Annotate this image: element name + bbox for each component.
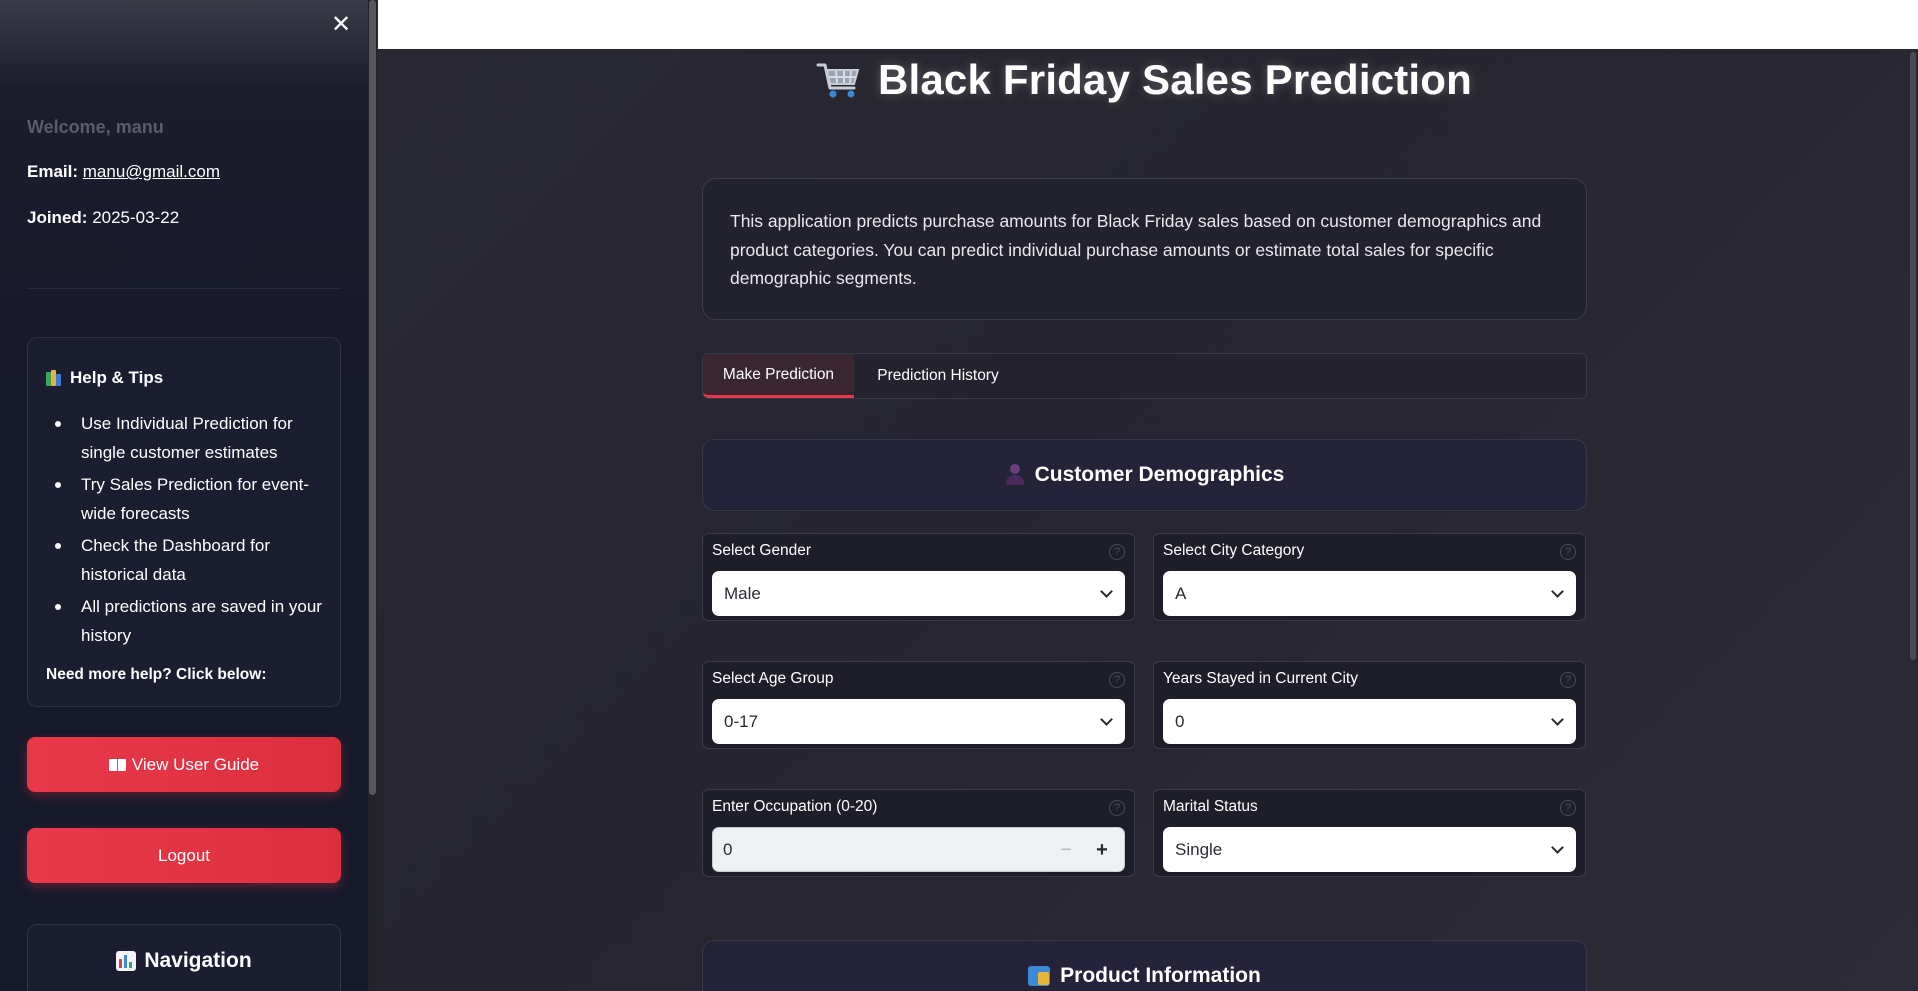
marital-status-label: Marital Status — [1163, 798, 1258, 815]
city-category-select[interactable]: A — [1163, 571, 1576, 616]
view-user-guide-button[interactable]: View User Guide — [27, 737, 341, 792]
help-title: Help & Tips — [46, 368, 163, 388]
email-link[interactable]: manu@gmail.com — [83, 162, 220, 181]
help-card: Help & Tips Use Individual Prediction fo… — [27, 337, 341, 707]
gender-field: Select Gender ? Male — [702, 533, 1135, 621]
sidebar-scrollbar[interactable] — [369, 0, 376, 795]
navigation-title: Navigation — [28, 949, 340, 973]
list-item: All predictions are saved in your histor… — [55, 593, 331, 650]
shopping-cart-icon — [816, 60, 862, 100]
gender-label: Select Gender — [712, 542, 812, 559]
logout-button-label: Logout — [158, 845, 210, 865]
email-label: Email: — [27, 162, 79, 181]
list-item: Use Individual Prediction for single cus… — [55, 410, 331, 467]
occupation-value: 0 — [723, 839, 733, 859]
list-item: Check the Dashboard for historical data — [55, 532, 331, 589]
close-icon[interactable]: ✕ — [330, 12, 352, 38]
help-more-text: Need more help? Click below: — [46, 666, 267, 683]
logout-button[interactable]: Logout — [27, 828, 341, 883]
info-card: This application predicts purchase amoun… — [702, 178, 1587, 320]
increment-button[interactable]: + — [1088, 836, 1116, 864]
age-group-value: 0-17 — [724, 711, 759, 731]
chevron-down-icon — [1100, 585, 1113, 598]
gender-value: Male — [724, 583, 761, 603]
welcome-text: Welcome, manu — [27, 117, 164, 137]
guide-button-label: View User Guide — [131, 754, 260, 774]
marital-status-field: Marital Status ? Single — [1153, 789, 1586, 877]
books-icon — [46, 370, 64, 386]
bar-chart-icon — [116, 951, 137, 971]
marital-status-value: Single — [1175, 839, 1223, 859]
tabs-bar: Make Prediction Prediction History — [702, 353, 1587, 399]
user-email: Email: manu@gmail.com — [27, 162, 220, 182]
customer-demographics-title: Customer Demographics — [1034, 463, 1285, 486]
shopping-bags-icon — [1028, 966, 1051, 986]
page-title-text: Black Friday Sales Prediction — [877, 56, 1473, 103]
product-information-header: Product Information — [702, 940, 1587, 991]
help-icon[interactable]: ? — [1560, 672, 1576, 688]
city-category-value: A — [1175, 583, 1187, 603]
help-title-text: Help & Tips — [70, 368, 164, 387]
tab-make-prediction[interactable]: Make Prediction — [703, 354, 854, 398]
sidebar: ✕ Welcome, manu Email: manu@gmail.com Jo… — [0, 0, 370, 991]
navigation-title-text: Navigation — [144, 949, 252, 972]
help-list: Use Individual Prediction for single cus… — [55, 410, 331, 654]
help-icon[interactable]: ? — [1109, 544, 1125, 560]
tab-prediction-history[interactable]: Prediction History — [863, 354, 1013, 398]
help-icon[interactable]: ? — [1560, 800, 1576, 816]
joined-label: Joined: — [27, 208, 88, 227]
decrement-button[interactable]: − — [1052, 836, 1080, 864]
help-icon[interactable]: ? — [1109, 672, 1125, 688]
user-joined: Joined: 2025-03-22 — [27, 208, 179, 228]
years-in-city-value: 0 — [1175, 711, 1185, 731]
city-category-label: Select City Category — [1163, 542, 1305, 559]
years-in-city-label: Years Stayed in Current City — [1163, 670, 1358, 687]
header-bar — [378, 0, 1918, 49]
joined-value: 2025-03-22 — [92, 208, 180, 227]
city-category-field: Select City Category ? A — [1153, 533, 1586, 621]
chevron-down-icon — [1100, 713, 1113, 726]
divider — [27, 288, 341, 289]
main-scrollbar[interactable] — [1910, 52, 1916, 660]
years-in-city-field: Years Stayed in Current City ? 0 — [1153, 661, 1586, 749]
occupation-label: Enter Occupation (0-20) — [712, 798, 878, 815]
age-group-label: Select Age Group — [712, 670, 834, 687]
person-icon — [1005, 464, 1025, 486]
info-text: This application predicts purchase amoun… — [730, 211, 1542, 288]
chevron-down-icon — [1551, 841, 1564, 854]
help-icon[interactable]: ? — [1109, 800, 1125, 816]
years-in-city-select[interactable]: 0 — [1163, 699, 1576, 744]
chevron-down-icon — [1551, 585, 1564, 598]
occupation-input[interactable]: 0 − + — [712, 827, 1125, 872]
customer-demographics-header: Customer Demographics — [702, 439, 1587, 511]
age-group-select[interactable]: 0-17 — [712, 699, 1125, 744]
help-icon[interactable]: ? — [1560, 544, 1576, 560]
chevron-down-icon — [1551, 713, 1564, 726]
navigation-card: Navigation — [27, 924, 341, 991]
list-item: Try Sales Prediction for event-wide fore… — [55, 471, 331, 528]
book-icon — [108, 758, 126, 771]
marital-status-select[interactable]: Single — [1163, 827, 1576, 872]
page-title: Black Friday Sales Prediction — [378, 56, 1910, 104]
age-group-field: Select Age Group ? 0-17 — [702, 661, 1135, 749]
occupation-field: Enter Occupation (0-20) ? 0 − + — [702, 789, 1135, 877]
product-information-title: Product Information — [1060, 964, 1261, 987]
gender-select[interactable]: Male — [712, 571, 1125, 616]
